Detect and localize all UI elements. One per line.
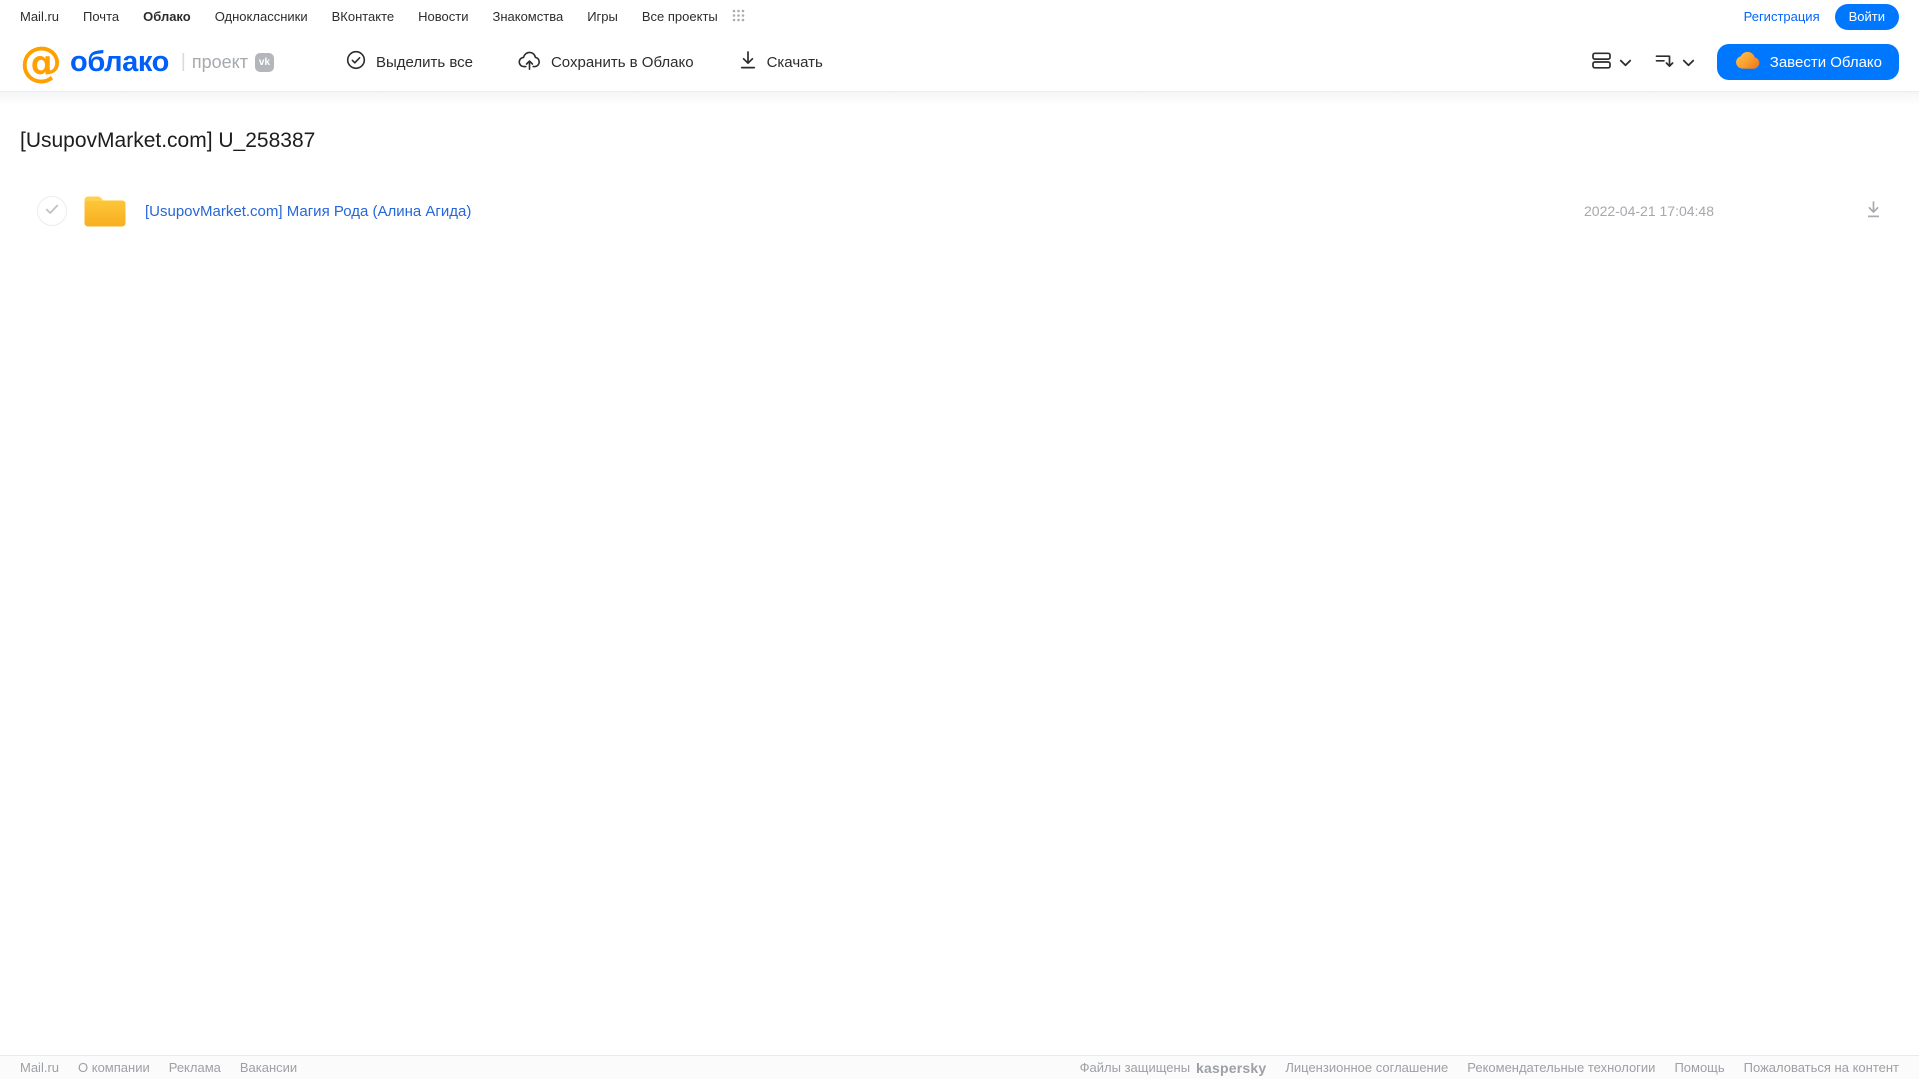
footer-link-about[interactable]: О компании (78, 1060, 150, 1075)
nav-link-games[interactable]: Игры (587, 9, 618, 24)
grid-dots-icon (732, 9, 745, 25)
download-button[interactable]: Скачать (739, 50, 823, 74)
nav-link-odnoklassniki[interactable]: Одноклассники (215, 9, 308, 24)
chevron-down-icon (1619, 55, 1632, 70)
list-view-icon (1591, 51, 1612, 73)
header-shadow (0, 91, 1919, 105)
footer-left-links: Mail.ru О компании Реклама Вакансии (20, 1060, 297, 1075)
footer: Mail.ru О компании Реклама Вакансии Файл… (0, 1055, 1919, 1079)
kaspersky-logo[interactable]: kaspersky (1196, 1060, 1266, 1076)
cloud-logo-icon (1734, 50, 1761, 74)
chevron-down-icon (1682, 55, 1695, 70)
nav-link-cloud[interactable]: Облако (143, 9, 191, 24)
save-to-cloud-label: Сохранить в Облако (550, 53, 694, 71)
download-label: Скачать (766, 53, 823, 71)
footer-link-jobs[interactable]: Вакансии (240, 1060, 297, 1075)
nav-link-all-projects[interactable]: Все проекты (642, 9, 718, 24)
select-all-button[interactable]: Выделить все (346, 50, 473, 74)
row-download-button[interactable] (1864, 200, 1883, 222)
footer-link-help[interactable]: Помощь (1674, 1060, 1724, 1075)
mailru-at-icon: @ (20, 37, 62, 86)
registration-link[interactable]: Регистрация (1744, 9, 1820, 24)
footer-link-ads[interactable]: Реклама (169, 1060, 221, 1075)
checkmark-icon (45, 202, 59, 220)
nav-link-dating[interactable]: Знакомства (492, 9, 563, 24)
save-to-cloud-button[interactable]: Сохранить в Облако (518, 50, 694, 75)
cloud-logo[interactable]: @ облако | проект vk (20, 37, 274, 86)
get-cloud-label: Завести Облако (1769, 53, 1882, 71)
nav-link-news[interactable]: Новости (418, 9, 468, 24)
shared-folder-content: [UsupovMarket.com] U_258387 [UsupovMarke… (0, 129, 1919, 235)
row-checkbox[interactable] (37, 196, 67, 226)
download-icon (1864, 200, 1883, 222)
logo-separator: | (180, 51, 186, 72)
nav-link-vkontakte[interactable]: ВКонтакте (332, 9, 395, 24)
file-actions-toolbar: Выделить все Сохранить в Облако Скачать (346, 50, 823, 75)
portal-auth: Регистрация Войти (1744, 3, 1899, 30)
nav-link-mail[interactable]: Почта (83, 9, 119, 24)
page-title: [UsupovMarket.com] U_258387 (20, 129, 316, 152)
portal-nav-links: Mail.ru Почта Облако Одноклассники ВКонт… (20, 9, 745, 25)
file-name-link[interactable]: [UsupovMarket.com] Магия Рода (Алина Аги… (145, 203, 471, 220)
sort-icon (1654, 51, 1675, 73)
footer-link-report-content[interactable]: Пожаловаться на контент (1744, 1060, 1899, 1075)
projects-grid-button[interactable] (732, 9, 745, 25)
get-cloud-button[interactable]: Завести Облако (1716, 44, 1899, 80)
portal-navbar: Mail.ru Почта Облако Одноклассники ВКонт… (0, 0, 1919, 33)
kaspersky-protection: Файлы защищены kaspersky (1080, 1060, 1267, 1076)
download-icon (739, 50, 757, 74)
app-header: @ облако | проект vk Выделить все Сохран… (0, 33, 1919, 91)
login-button[interactable]: Войти (1834, 3, 1899, 30)
header-right-controls: Завести Облако (1591, 44, 1899, 80)
footer-link-mailru[interactable]: Mail.ru (20, 1060, 59, 1075)
cloud-upload-icon (518, 50, 541, 75)
view-mode-dropdown[interactable] (1591, 51, 1632, 73)
footer-link-license[interactable]: Лицензионное соглашение (1285, 1060, 1448, 1075)
folder-icon[interactable] (82, 193, 128, 230)
sort-dropdown[interactable] (1654, 51, 1695, 73)
logo-project-label: проект (191, 51, 248, 72)
file-row[interactable]: [UsupovMarket.com] Магия Рода (Алина Аги… (20, 187, 1899, 235)
vk-badge-icon: vk (254, 52, 274, 72)
footer-right-links: Файлы защищены kaspersky Лицензионное со… (1080, 1060, 1899, 1076)
file-modified-date: 2022-04-21 17:04:48 (1584, 203, 1714, 219)
nav-link-mailru[interactable]: Mail.ru (20, 9, 59, 24)
protected-label: Файлы защищены (1079, 1060, 1191, 1075)
check-circle-icon (346, 50, 366, 74)
logo-product-name: облако (70, 45, 169, 78)
footer-link-recommendation-tech[interactable]: Рекомендательные технологии (1467, 1060, 1655, 1075)
select-all-label: Выделить все (375, 53, 473, 71)
